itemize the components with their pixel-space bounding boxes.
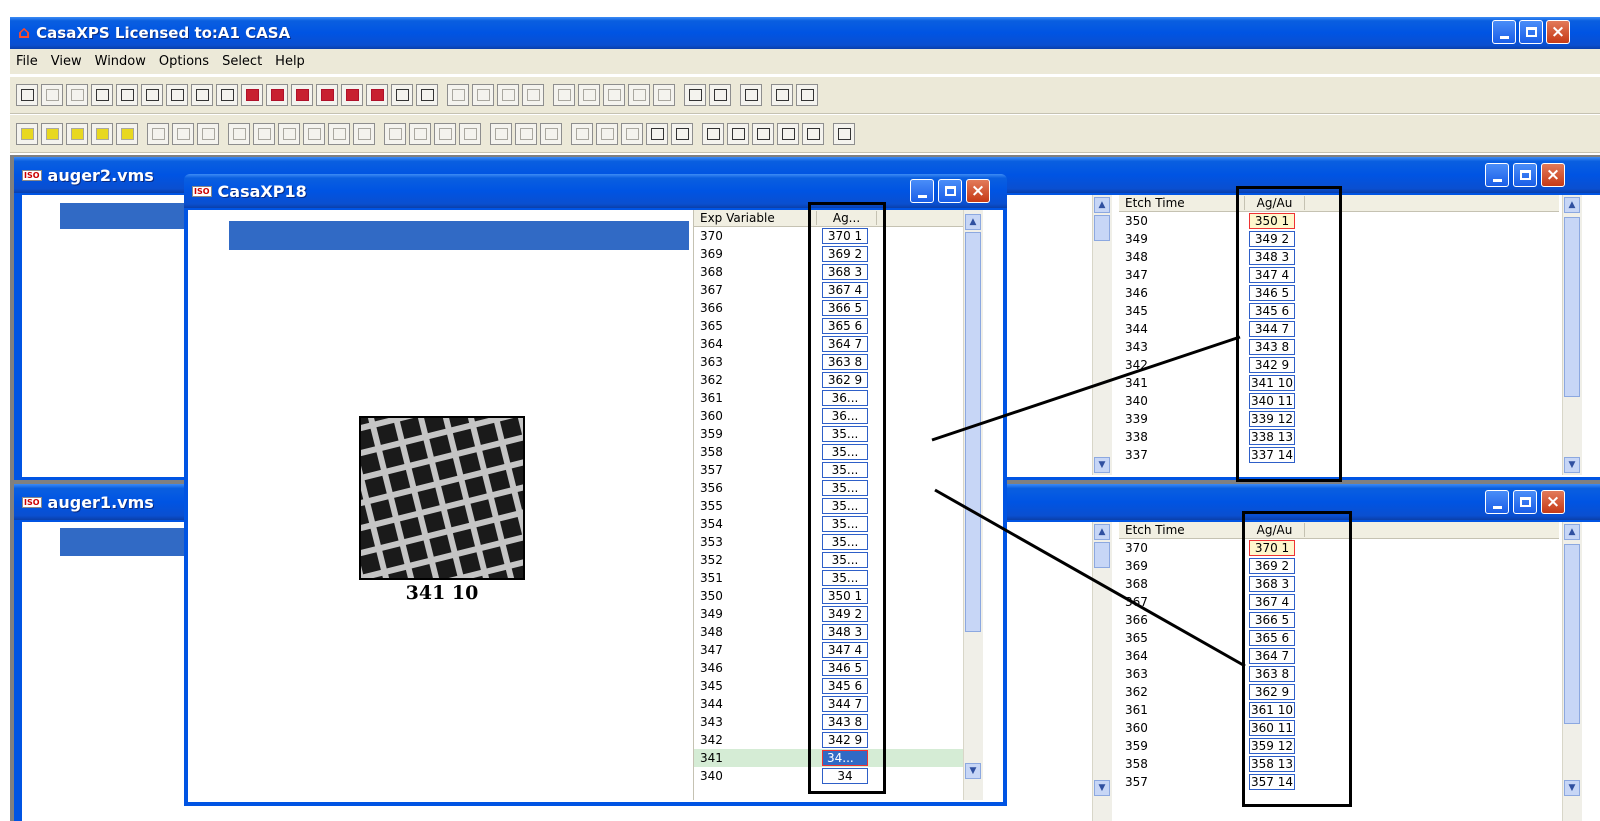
- annotation-lines: [931, 335, 1246, 668]
- annotation-line-upper: [931, 335, 1241, 442]
- annotation-line-lower: [934, 488, 1246, 668]
